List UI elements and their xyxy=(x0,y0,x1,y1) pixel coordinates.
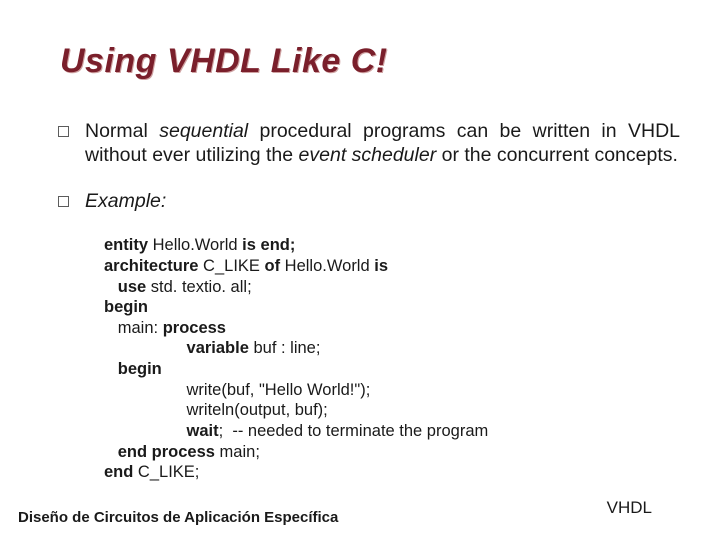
code-line: end C_LIKE; xyxy=(104,462,680,483)
footer-right: VHDL xyxy=(607,498,652,518)
kw: use xyxy=(104,278,146,296)
code-line: main: process xyxy=(104,318,680,339)
kw: begin xyxy=(104,298,148,316)
code-text: main: xyxy=(104,319,163,337)
code-text: ; -- needed to terminate the program xyxy=(219,422,489,440)
code-line: writeln(output, buf); xyxy=(104,400,680,421)
bullet-text-2: Example: xyxy=(85,190,166,214)
code-line: entity Hello.World is end; xyxy=(104,235,680,256)
code-line: write(buf, "Hello World!"); xyxy=(104,380,680,401)
kw: variable xyxy=(104,339,249,357)
kw: of xyxy=(265,257,281,275)
kw: end process xyxy=(104,443,215,461)
code-text: C_LIKE xyxy=(198,257,264,275)
code-line: end process main; xyxy=(104,442,680,463)
code-text: main; xyxy=(215,443,260,461)
text-fragment-italic: event scheduler xyxy=(299,144,437,166)
code-line: variable buf : line; xyxy=(104,338,680,359)
code-line: wait; -- needed to terminate the program xyxy=(104,421,680,442)
kw: process xyxy=(163,319,226,337)
code-line: use std. textio. all; xyxy=(104,277,680,298)
code-text: std. textio. all; xyxy=(146,278,251,296)
code-text: writeln(output, buf); xyxy=(104,401,328,419)
code-block: entity Hello.World is end; architecture … xyxy=(104,235,680,483)
code-text: Hello.World xyxy=(148,236,242,254)
content-area: Normal sequential procedural programs ca… xyxy=(58,120,680,483)
bullet-item-2: Example: xyxy=(58,190,680,214)
bullet-text-1: Normal sequential procedural programs ca… xyxy=(85,120,680,168)
code-text: C_LIKE; xyxy=(133,463,199,481)
kw: end xyxy=(104,463,133,481)
kw: begin xyxy=(104,360,162,378)
code-line: begin xyxy=(104,297,680,318)
bullet-square-icon xyxy=(58,126,69,137)
slide-title: Using VHDL Like C! xyxy=(60,42,388,81)
code-line: architecture C_LIKE of Hello.World is xyxy=(104,256,680,277)
code-text: Hello.World xyxy=(280,257,374,275)
kw: is end; xyxy=(242,236,295,254)
kw: is xyxy=(374,257,388,275)
bullet-item-1: Normal sequential procedural programs ca… xyxy=(58,120,680,168)
text-fragment: or the concurrent concepts. xyxy=(436,144,678,166)
bullet-square-icon xyxy=(58,196,69,207)
code-text: buf : line; xyxy=(249,339,321,357)
footer-left: Diseño de Circuitos de Aplicación Especí… xyxy=(18,509,338,526)
text-fragment: Normal xyxy=(85,120,159,142)
text-fragment-italic: sequential xyxy=(159,120,248,142)
kw: entity xyxy=(104,236,148,254)
kw: architecture xyxy=(104,257,198,275)
code-text: write(buf, "Hello World!"); xyxy=(104,381,370,399)
slide: Using VHDL Like C! Normal sequential pro… xyxy=(0,0,720,540)
code-line: begin xyxy=(104,359,680,380)
kw: wait xyxy=(104,422,219,440)
